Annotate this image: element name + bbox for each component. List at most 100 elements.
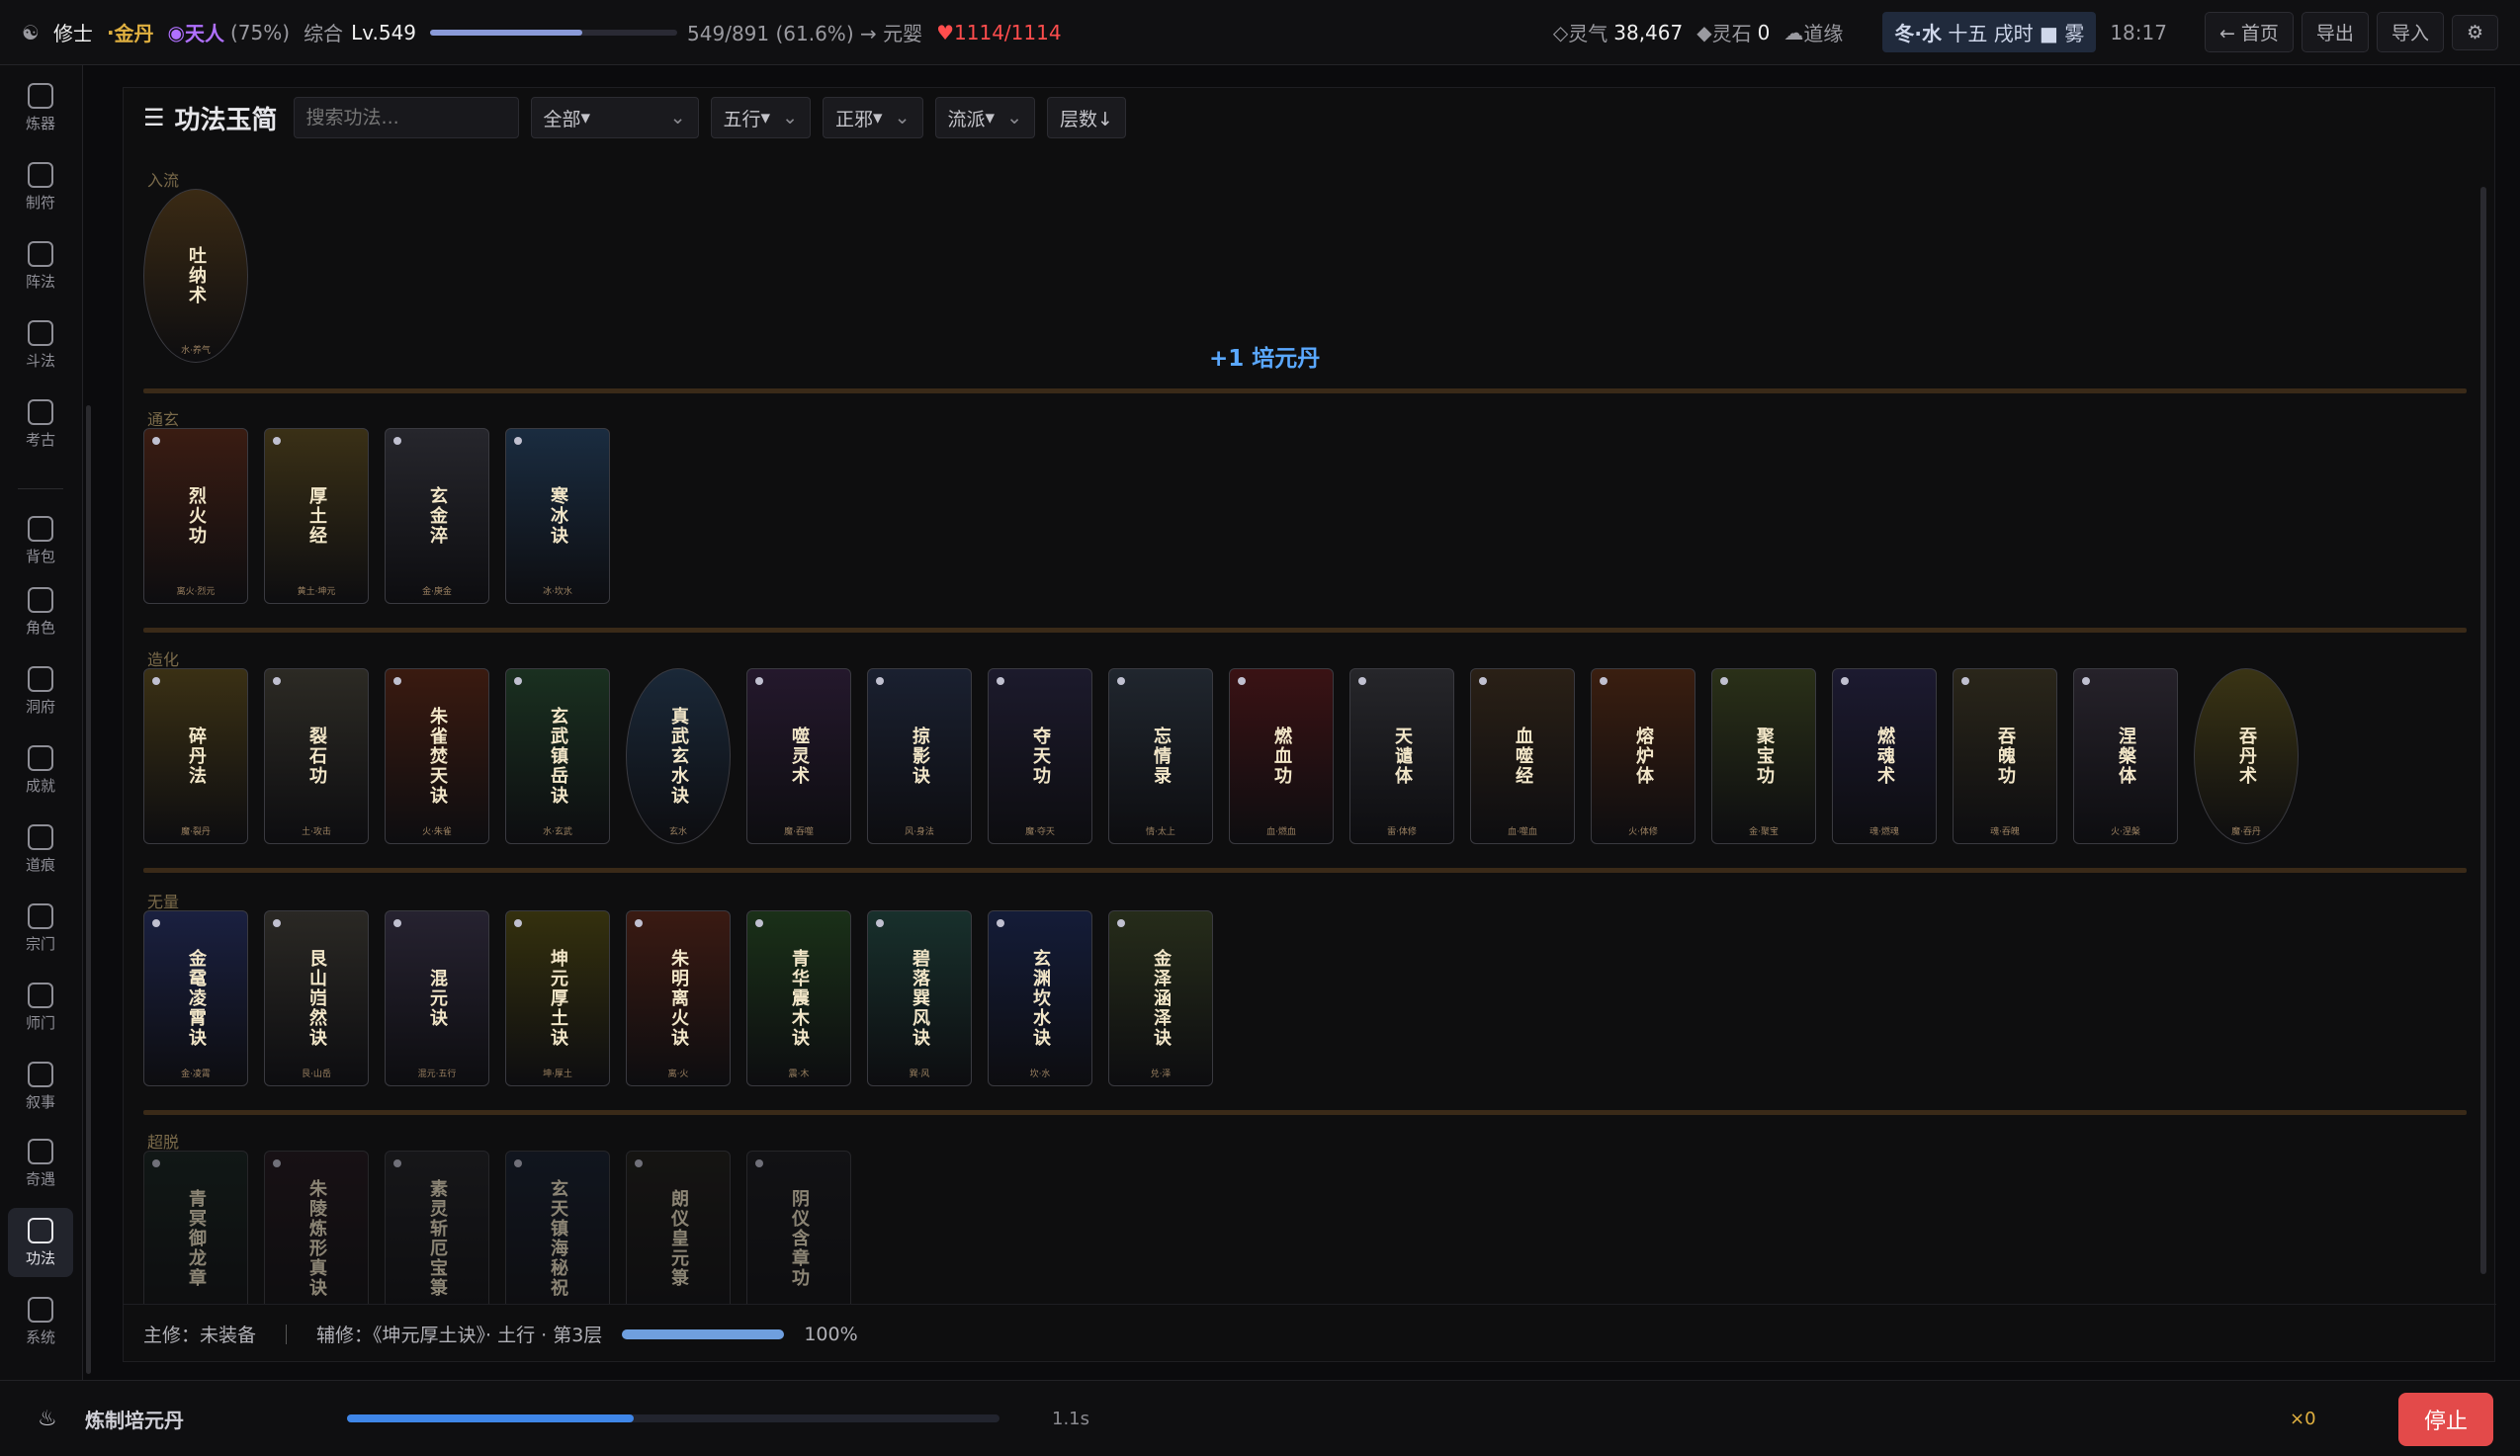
realm-label: 金丹 xyxy=(114,22,154,45)
book-icon xyxy=(28,982,53,1008)
gongfa-card[interactable]: 熔炉体 火·体修 xyxy=(1591,668,1695,844)
aux-progress-bar xyxy=(622,1328,785,1339)
gongfa-card[interactable]: 青华震木诀 震·木 xyxy=(746,910,851,1086)
sidebar-item-0[interactable]: 炼器 xyxy=(8,73,73,142)
gongfa-card[interactable]: 坤元厚土诀 坤·厚土 xyxy=(505,910,610,1086)
gongfa-card[interactable]: 裂石功 土·攻击 xyxy=(264,668,369,844)
import-button[interactable]: 导入 xyxy=(2376,12,2444,52)
gongfa-card[interactable]: 厚土经 黄土·坤元 xyxy=(264,428,369,604)
gongfa-card[interactable]: 金鼋凌霄诀 金·凌霄 xyxy=(143,910,248,1086)
sidebar-item-6[interactable]: 角色 xyxy=(8,577,73,646)
season-badge: 冬·水 十五 戌时 ■ 雾 xyxy=(1882,12,2097,52)
filter-alignment[interactable]: 正邪 ▾ ⌄ xyxy=(823,97,923,138)
sort-button[interactable]: 层数↓ xyxy=(1046,97,1126,138)
gongfa-card[interactable]: 真武玄水诀 玄水 xyxy=(626,668,731,844)
sidebar-item-8[interactable]: 成就 xyxy=(8,735,73,805)
card-subtitle: 金·凌霄 xyxy=(181,1070,211,1079)
sidebar-item-13[interactable]: 奇遇 xyxy=(8,1129,73,1198)
gongfa-card[interactable]: 混元诀 混元·五行 xyxy=(385,910,489,1086)
card-subtitle: 离火·烈元 xyxy=(176,587,216,597)
shelf-scrollbar[interactable] xyxy=(2480,187,2486,1274)
gongfa-card[interactable]: 素灵斩厄宝箓 xyxy=(385,1151,489,1304)
gongfa-card[interactable]: 吐纳术 水·养气 xyxy=(143,189,248,363)
card-subtitle: 震·木 xyxy=(788,1070,810,1079)
gongfa-card[interactable]: 天谴体雷·体修 xyxy=(1349,668,1454,844)
chevron-down-icon: ⌄ xyxy=(669,107,686,128)
main-cultivation: 主修：未装备 xyxy=(143,1325,257,1346)
shelf-plank xyxy=(143,868,2467,873)
sidebar-item-12[interactable]: 叙事 xyxy=(8,1052,73,1121)
filter-school[interactable]: 流派 ▾ ⌄ xyxy=(934,97,1035,138)
sidebar-item-10[interactable]: 宗门 xyxy=(8,894,73,963)
gongfa-card[interactable]: 涅槃体 火·涅槃 xyxy=(2073,668,2178,844)
card-subtitle: 坤·厚土 xyxy=(543,1070,572,1079)
gongfa-card[interactable]: 朗仪皇元箓 xyxy=(626,1151,731,1304)
card-subtitle: 火·体修 xyxy=(1628,827,1658,837)
gear-icon xyxy=(28,1296,53,1323)
gongfa-card[interactable]: 金泽涵泽诀 兑·泽 xyxy=(1108,910,1213,1086)
gongfa-card[interactable]: 玄渊坎水诀 坎·水 xyxy=(988,910,1092,1086)
card-name: 朱明离火诀 xyxy=(668,949,689,1048)
gongfa-card[interactable]: 噬灵术 魔·吞噬 xyxy=(746,668,851,844)
gongfa-card[interactable]: 朱雀焚天诀 火·朱雀 xyxy=(385,668,489,844)
gongfa-card[interactable]: 阴仪含章功 xyxy=(746,1151,851,1304)
card-subtitle: 雷·体修 xyxy=(1387,827,1417,837)
sidebar-item-9[interactable]: 道痕 xyxy=(8,814,73,884)
sidebar-item-3[interactable]: 斗法 xyxy=(8,310,73,380)
gongfa-card[interactable]: 青冥御龙章 xyxy=(143,1151,248,1304)
gongfa-card[interactable]: 艮山岿然诀 艮·山岳 xyxy=(264,910,369,1086)
card-name: 烈火功 xyxy=(186,486,207,546)
sidebar-item-7[interactable]: 洞府 xyxy=(8,656,73,726)
gongfa-card[interactable]: 燃血功 血·燃血 xyxy=(1229,668,1334,844)
sidebar: 炼器制符阵法斗法考古背包角色洞府成就道痕宗门师门叙事奇遇功法系统 xyxy=(0,65,83,1380)
sidebar-item-11[interactable]: 师门 xyxy=(8,973,73,1042)
list-icon: ☰ xyxy=(143,104,165,131)
cultivation-footer: 主修：未装备 辅修：《坤元厚土诀》· 土行 · 第3层 100% xyxy=(124,1304,2496,1363)
gongfa-card[interactable]: 寒冰诀 冰·坎水 xyxy=(505,428,610,604)
gongfa-card[interactable]: 烈火功离火·烈元 xyxy=(143,428,248,604)
card-name: 聚宝功 xyxy=(1754,727,1775,786)
task-count: ×0 xyxy=(2290,1408,2316,1429)
gongfa-card[interactable]: 燃魂术 魂·燃魂 xyxy=(1832,668,1937,844)
gongfa-card[interactable]: 聚宝功 金·聚宝 xyxy=(1711,668,1816,844)
card-name: 天谴体 xyxy=(1392,727,1413,786)
reward-toast: +1 培元丹 xyxy=(1209,346,1321,372)
sidebar-item-2[interactable]: 阵法 xyxy=(8,231,73,300)
yin-yang-icon: ☯ xyxy=(22,20,40,44)
filter-element[interactable]: 五行 ▾ ⌄ xyxy=(710,97,812,138)
gongfa-card[interactable]: 玄天镇海秘祝 xyxy=(505,1151,610,1304)
card-name: 吐纳术 xyxy=(186,246,207,305)
sidebar-item-label: 背包 xyxy=(25,547,55,565)
sidebar-scrollbar[interactable] xyxy=(86,405,91,1374)
sidebar-item-14[interactable]: 功法 xyxy=(8,1208,73,1277)
gongfa-card[interactable]: 玄金淬 金·庚金 xyxy=(385,428,489,604)
jade-slip-icon xyxy=(28,1217,53,1243)
export-button[interactable]: 导出 xyxy=(2301,12,2369,52)
stop-button[interactable]: 停止 xyxy=(2398,1393,2493,1446)
filter-all[interactable]: 全部 ▾ ⌄ xyxy=(530,97,699,138)
gongfa-card[interactable]: 血噬经 血·噬血 xyxy=(1470,668,1575,844)
gongfa-card[interactable]: 玄武镇岳诀 水·玄武 xyxy=(505,668,610,844)
sidebar-item-5[interactable]: 背包 xyxy=(8,506,73,575)
sidebar-divider xyxy=(18,488,63,489)
sidebar-item-4[interactable]: 考古 xyxy=(8,389,73,459)
sidebar-item-label: 斗法 xyxy=(25,351,55,370)
sidebar-item-1[interactable]: 制符 xyxy=(8,152,73,221)
gongfa-card[interactable]: 碧落巽风诀 巽·风 xyxy=(867,910,972,1086)
gongfa-card[interactable]: 夺天功 魔·夺天 xyxy=(988,668,1092,844)
gongfa-card[interactable]: 朱明离火诀 离·火 xyxy=(626,910,731,1086)
gongfa-card[interactable]: 吞丹术 魔·吞丹 xyxy=(2194,668,2299,844)
gongfa-card[interactable]: 忘情录 情·太上 xyxy=(1108,668,1213,844)
temple-icon xyxy=(28,902,53,929)
search-input[interactable] xyxy=(293,97,519,138)
gongfa-card[interactable]: 朱陵炼形真诀 xyxy=(264,1151,369,1304)
gongfa-card[interactable]: 掠影诀 风·身法 xyxy=(867,668,972,844)
sidebar-item-15[interactable]: 系统 xyxy=(8,1287,73,1356)
gongfa-card[interactable]: 碎丹法 魔·裂丹 xyxy=(143,668,248,844)
bag-icon xyxy=(28,515,53,542)
card-name: 朱雀焚天诀 xyxy=(427,707,448,806)
home-button[interactable]: ← 首页 xyxy=(2204,12,2294,52)
settings-button[interactable]: ⚙ xyxy=(2451,14,2498,50)
card-subtitle: 金·庚金 xyxy=(422,587,452,597)
gongfa-card[interactable]: 吞魄功 魂·吞魄 xyxy=(1953,668,2057,844)
